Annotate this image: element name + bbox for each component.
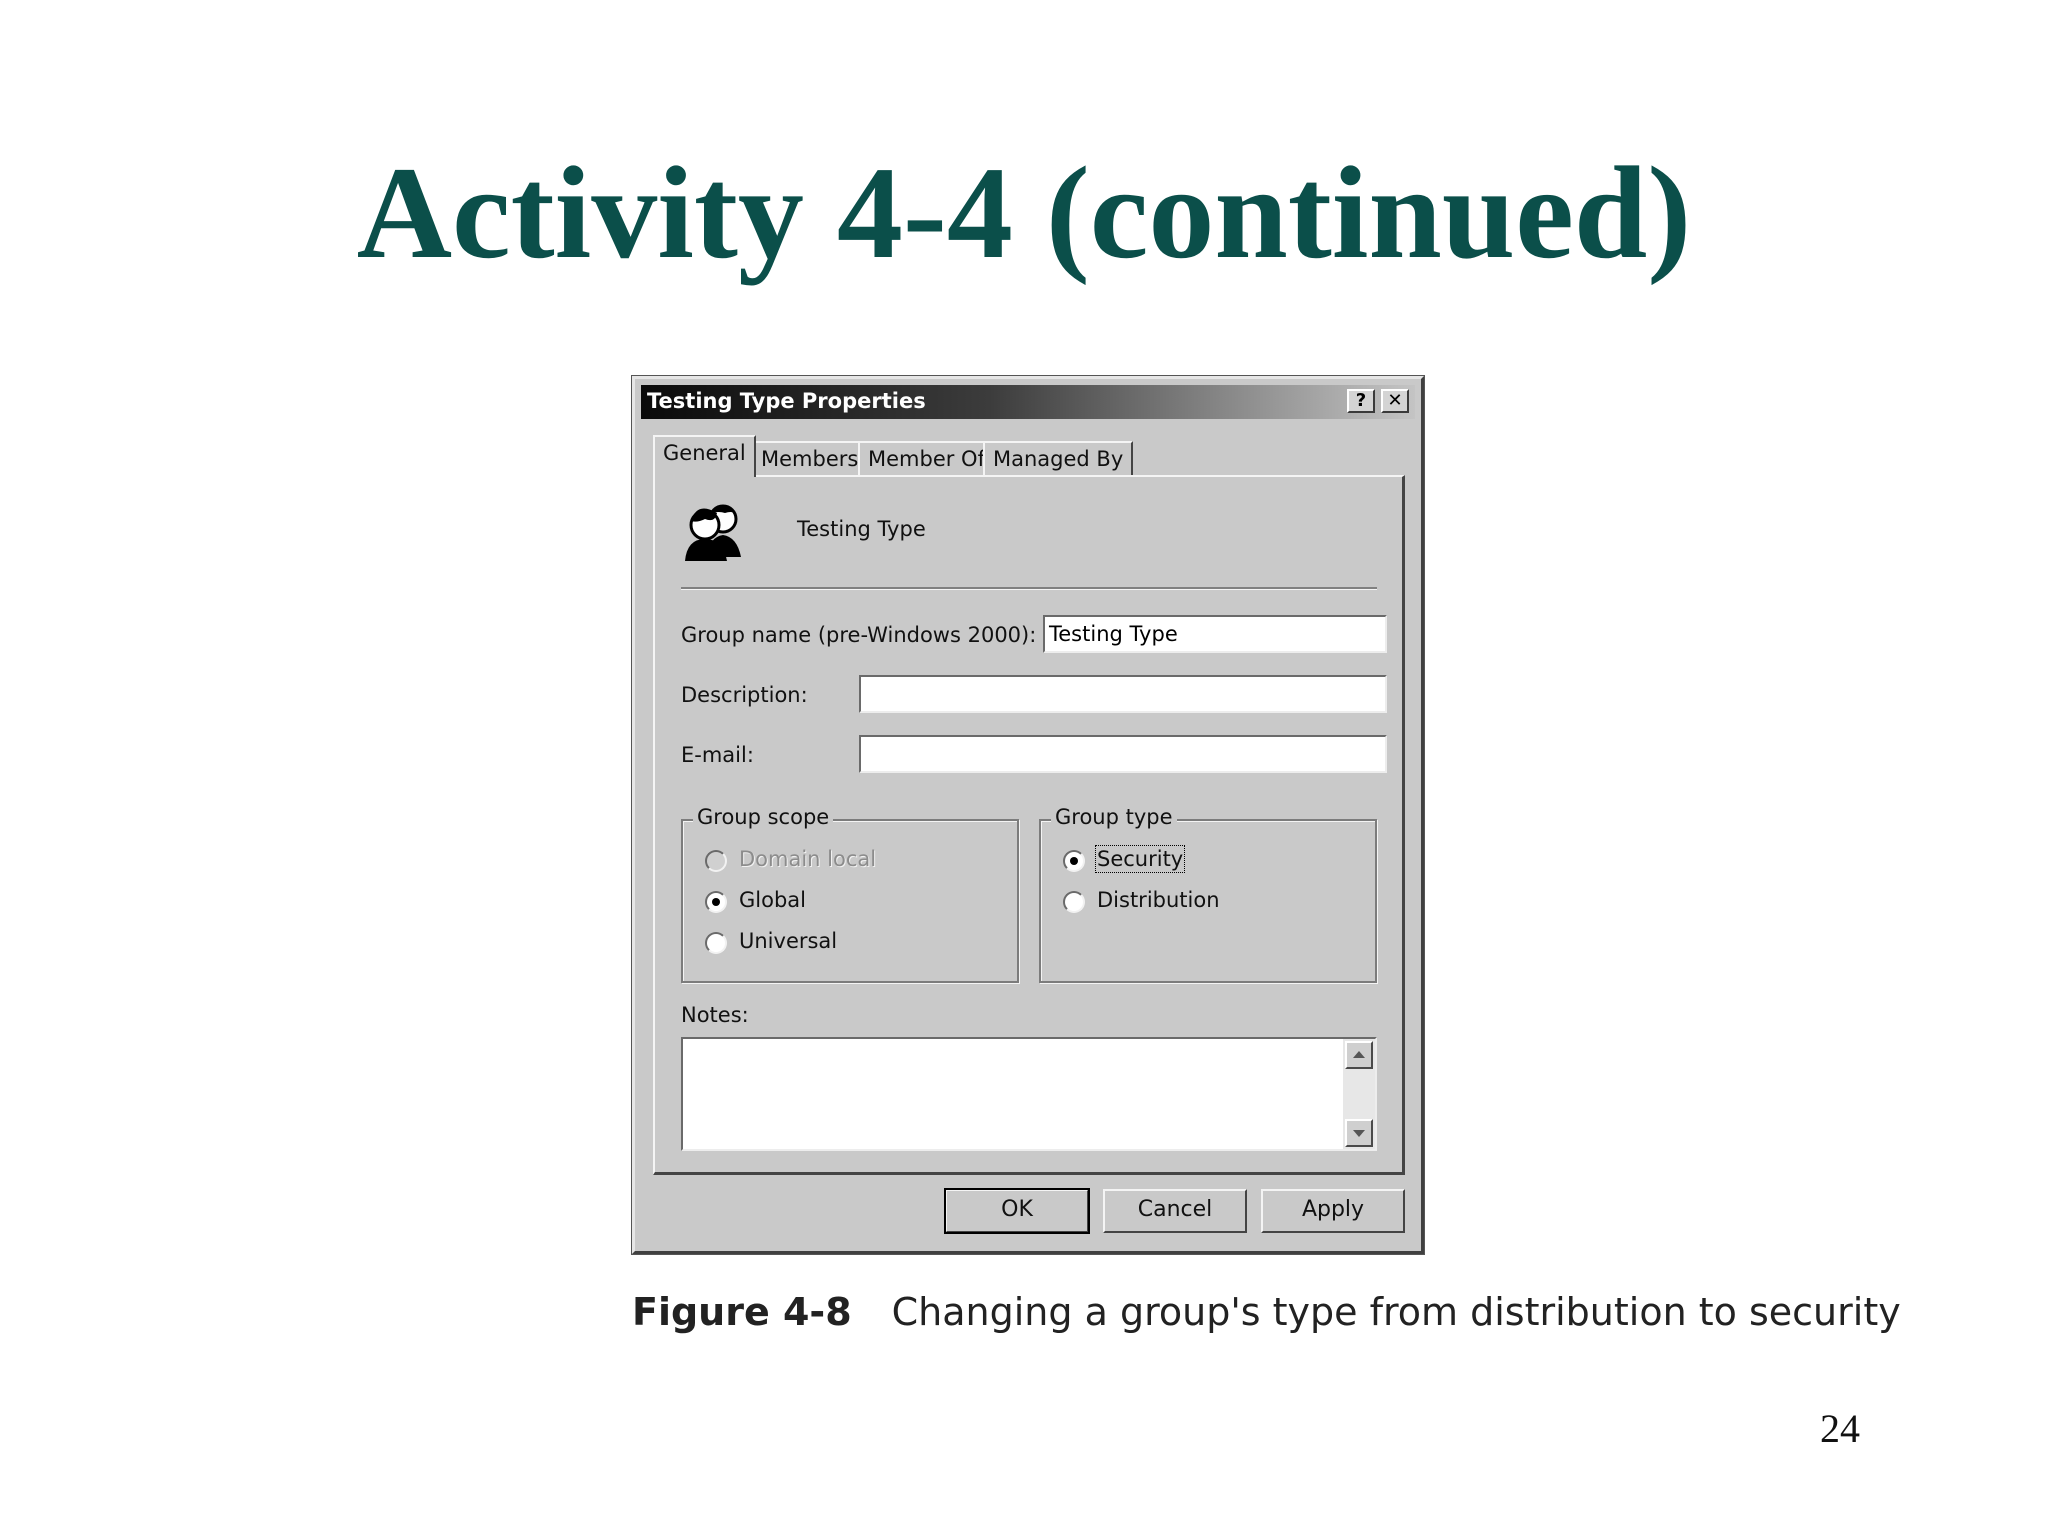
email-label: E-mail: [681, 743, 754, 767]
dialog-titlebar[interactable]: Testing Type Properties ? ✕ [641, 385, 1415, 419]
page-number: 24 [1820, 1406, 1860, 1451]
notes-textarea[interactable] [681, 1037, 1377, 1151]
group-scope-legend: Group scope [693, 805, 834, 829]
email-field[interactable] [859, 735, 1387, 773]
header-separator [681, 587, 1377, 590]
scroll-up-button[interactable] [1345, 1041, 1373, 1069]
scope-domain-local-radio[interactable] [705, 850, 727, 872]
properties-dialog: Testing Type Properties ? ✕ General Memb… [631, 375, 1425, 1255]
scope-universal-radio[interactable] [705, 932, 727, 954]
tab-managed-by[interactable]: Managed By [983, 441, 1134, 475]
dialog-title: Testing Type Properties [647, 389, 926, 413]
arrow-down-icon [1353, 1130, 1365, 1137]
figure-caption-text: Changing a group's type from distributio… [891, 1290, 1901, 1334]
figure-caption: Figure 4-8 Changing a group's type from d… [632, 1290, 1901, 1334]
scope-global-radio[interactable] [705, 891, 727, 913]
group-scope-box: Group scope Domain local Global Universa… [681, 805, 1019, 983]
scope-universal-label: Universal [739, 929, 838, 953]
close-button[interactable]: ✕ [1381, 389, 1409, 413]
group-users-icon [681, 499, 745, 561]
ok-button[interactable]: OK [944, 1188, 1090, 1234]
cancel-button[interactable]: Cancel [1103, 1189, 1247, 1233]
group-name-label: Group name (pre-Windows 2000): [681, 623, 1037, 647]
type-distribution-radio[interactable] [1063, 891, 1085, 913]
notes-scrollbar[interactable] [1343, 1039, 1375, 1149]
apply-button[interactable]: Apply [1261, 1189, 1405, 1233]
scope-domain-local-label: Domain local [739, 847, 877, 871]
group-type-box: Group type Security Distribution [1039, 805, 1377, 983]
tab-members[interactable]: Members [751, 441, 869, 475]
general-tab-panel: Testing Type Group name (pre-Windows 200… [653, 475, 1405, 1175]
type-distribution-label: Distribution [1097, 888, 1220, 912]
type-security-label: Security [1094, 845, 1186, 873]
group-type-legend: Group type [1051, 805, 1177, 829]
notes-label: Notes: [681, 1003, 749, 1027]
tab-general[interactable]: General [653, 435, 756, 477]
scroll-down-button[interactable] [1345, 1119, 1373, 1147]
description-field[interactable] [859, 675, 1387, 713]
arrow-up-icon [1353, 1051, 1365, 1058]
scope-global-label: Global [739, 888, 806, 912]
tab-member-of[interactable]: Member Of [858, 441, 995, 475]
type-security-radio[interactable] [1063, 850, 1085, 872]
group-name-field[interactable]: Testing Type [1043, 615, 1387, 653]
figure-label: Figure 4-8 [632, 1290, 852, 1334]
description-label: Description: [681, 683, 808, 707]
group-display-name: Testing Type [797, 517, 926, 541]
help-button[interactable]: ? [1347, 389, 1375, 413]
slide-title: Activity 4-4 (continued) [356, 139, 1692, 286]
